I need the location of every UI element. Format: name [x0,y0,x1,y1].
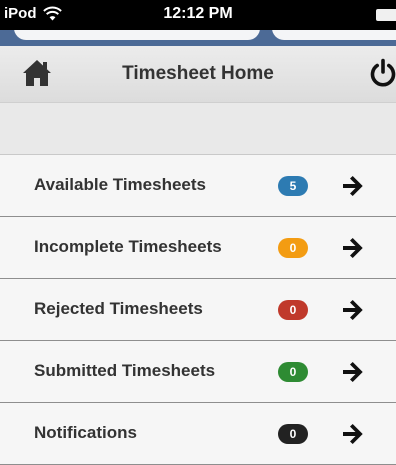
menu-item-incomplete-timesheets[interactable]: Incomplete Timesheets 0 [0,217,396,279]
header-spacer [0,103,396,154]
menu-item-label: Submitted Timesheets [34,361,216,380]
menu-item-rejected-timesheets[interactable]: Rejected Timesheets 0 [0,279,396,341]
logout-button[interactable] [368,58,396,88]
count-badge: 5 [278,176,308,196]
arrow-right-icon [341,424,365,444]
nav-header: Timesheet Home [0,46,396,103]
page-title: Timesheet Home [122,63,274,84]
count-badge: 0 [278,362,308,382]
count-badge: 0 [278,300,308,320]
timesheet-menu: Available Timesheets 5 Incomplete Timesh… [0,154,396,465]
status-bar: iPod 12:12 PM [0,0,396,30]
menu-item-available-timesheets[interactable]: Available Timesheets 5 [0,155,396,217]
arrow-right-icon [341,238,365,258]
background-field [14,30,260,40]
count-badge: 0 [278,424,308,444]
menu-item-label: Rejected Timesheets [34,299,203,318]
menu-item-label: Notifications [34,423,137,442]
background-peek [0,30,396,46]
status-clock: 12:12 PM [163,5,233,22]
menu-item-notifications[interactable]: Notifications 0 [0,403,396,465]
menu-item-label: Available Timesheets [34,175,206,194]
menu-item-label: Incomplete Timesheets [34,237,222,256]
battery-icon [376,9,396,21]
power-icon [370,58,396,87]
count-badge: 0 [278,238,308,258]
menu-item-submitted-timesheets[interactable]: Submitted Timesheets 0 [0,341,396,403]
background-field [272,30,396,40]
arrow-right-icon [341,176,365,196]
arrow-right-icon [341,362,365,382]
arrow-right-icon [341,300,365,320]
